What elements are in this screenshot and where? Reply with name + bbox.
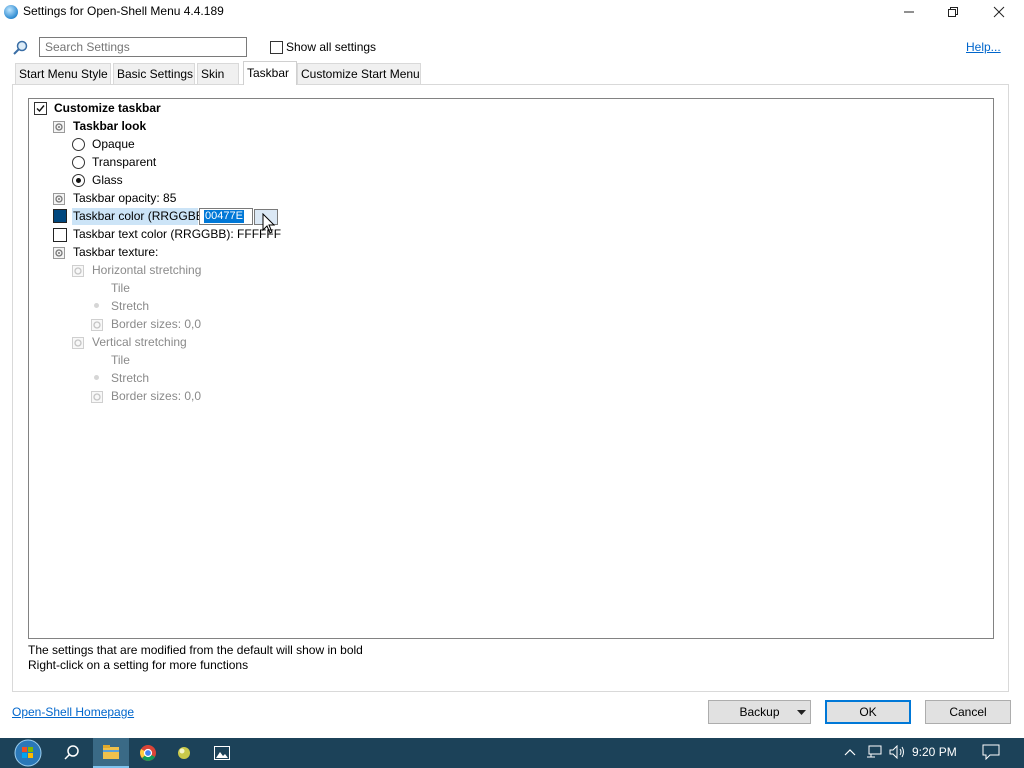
texture-setting-icon	[53, 247, 65, 259]
backup-button[interactable]: Backup	[708, 700, 811, 724]
minimize-icon	[904, 11, 914, 13]
homepage-link[interactable]: Open-Shell Homepage	[12, 705, 134, 719]
vertical-stretch-radio	[94, 375, 99, 380]
opaque-radio[interactable]	[72, 138, 85, 151]
search-icon	[13, 40, 28, 55]
vertical-border-icon	[91, 391, 103, 403]
search-icon	[64, 745, 79, 760]
start-button[interactable]	[8, 738, 48, 768]
customize-taskbar-checkbox[interactable]	[34, 102, 47, 115]
glass-label[interactable]: Glass	[92, 171, 123, 189]
transparent-radio[interactable]	[72, 156, 85, 169]
show-all-settings-checkbox[interactable]	[270, 41, 283, 54]
taskbar-look-label[interactable]: Taskbar look	[73, 117, 146, 135]
taskbar-search-button[interactable]	[54, 738, 90, 768]
vertical-tile-option: Tile	[111, 353, 130, 367]
settings-tree[interactable]	[28, 98, 994, 639]
dropdown-arrow-icon	[797, 710, 806, 715]
minimize-button[interactable]	[886, 0, 932, 24]
taskbar-color-input[interactable]: 00477E	[199, 208, 253, 225]
vertical-stretching-icon	[72, 337, 84, 349]
show-all-settings-label[interactable]: Show all settings	[286, 40, 376, 54]
open-shell-app-icon	[4, 5, 18, 19]
horizontal-border-sizes-item: Border sizes: 0,0	[111, 317, 202, 331]
vertical-stretching-item: Vertical stretching	[92, 335, 187, 349]
close-icon	[993, 6, 1005, 18]
horizontal-tile-option: Tile	[111, 281, 130, 295]
chevron-up-icon[interactable]	[843, 746, 857, 758]
checkmark-icon	[36, 105, 45, 113]
tab-customize-start-menu[interactable]: Customize Start Menu	[297, 63, 421, 84]
restore-button[interactable]	[930, 0, 976, 24]
taskbar-photos[interactable]	[204, 738, 240, 768]
cancel-button[interactable]: Cancel	[925, 700, 1011, 724]
backup-label: Backup	[739, 705, 780, 719]
horizontal-stretch-radio	[94, 303, 99, 308]
taskbar-text-color-item[interactable]: Taskbar text color (RRGGBB): FFFFFF	[73, 225, 281, 243]
tab-skin[interactable]: Skin	[197, 63, 239, 84]
glass-radio[interactable]	[72, 174, 85, 187]
file-explorer-icon	[103, 745, 119, 759]
right-click-note: Right-click on a setting for more functi…	[28, 658, 249, 672]
tab-start-menu-style[interactable]: Start Menu Style	[15, 63, 111, 84]
opacity-setting-icon	[53, 193, 65, 205]
opaque-label[interactable]: Opaque	[92, 135, 135, 153]
taskbar-opacity-item[interactable]: Taskbar opacity: 85	[73, 189, 176, 207]
network-icon[interactable]	[866, 745, 882, 759]
volume-icon[interactable]	[889, 745, 907, 759]
horizontal-stretch-option: Stretch	[111, 299, 150, 313]
photos-icon	[214, 746, 230, 760]
bold-settings-note: The settings that are modified from the …	[28, 643, 363, 657]
taskbar-chrome[interactable]	[130, 738, 166, 768]
close-button[interactable]	[976, 0, 1022, 24]
taskbar-color-label[interactable]: Taskbar color (RRGGBB)	[73, 207, 208, 225]
taskbar-file-explorer[interactable]	[93, 738, 129, 768]
customize-taskbar-label[interactable]: Customize taskbar	[54, 99, 161, 117]
help-link[interactable]: Help...	[966, 40, 1001, 54]
chrome-icon	[140, 745, 156, 761]
search-input[interactable]	[39, 37, 247, 57]
taskbar-text-color-swatch	[53, 228, 67, 242]
restore-icon	[948, 7, 958, 17]
ok-button[interactable]: OK	[825, 700, 911, 724]
transparent-label[interactable]: Transparent	[92, 153, 156, 171]
horizontal-border-icon	[91, 319, 103, 331]
settings-group-icon	[53, 121, 65, 133]
notification-icon[interactable]	[982, 744, 1000, 760]
tab-taskbar[interactable]: Taskbar	[243, 61, 297, 85]
taskbar-texture-item[interactable]: Taskbar texture:	[73, 243, 158, 261]
app-icon	[178, 747, 190, 759]
start-icon	[14, 739, 42, 767]
window-title: Settings for Open-Shell Menu 4.4.189	[23, 4, 224, 18]
horizontal-stretching-item: Horizontal stretching	[92, 263, 202, 277]
vertical-border-sizes-item: Border sizes: 0,0	[111, 389, 202, 403]
horizontal-stretching-icon	[72, 265, 84, 277]
taskbar-app[interactable]	[166, 738, 202, 768]
clock[interactable]: 9:20 PM	[912, 745, 957, 759]
vertical-stretch-option: Stretch	[111, 371, 150, 385]
taskbar-color-value: 00477E	[204, 210, 244, 223]
taskbar-color-swatch	[53, 209, 67, 223]
tab-basic-settings[interactable]: Basic Settings	[113, 63, 195, 84]
